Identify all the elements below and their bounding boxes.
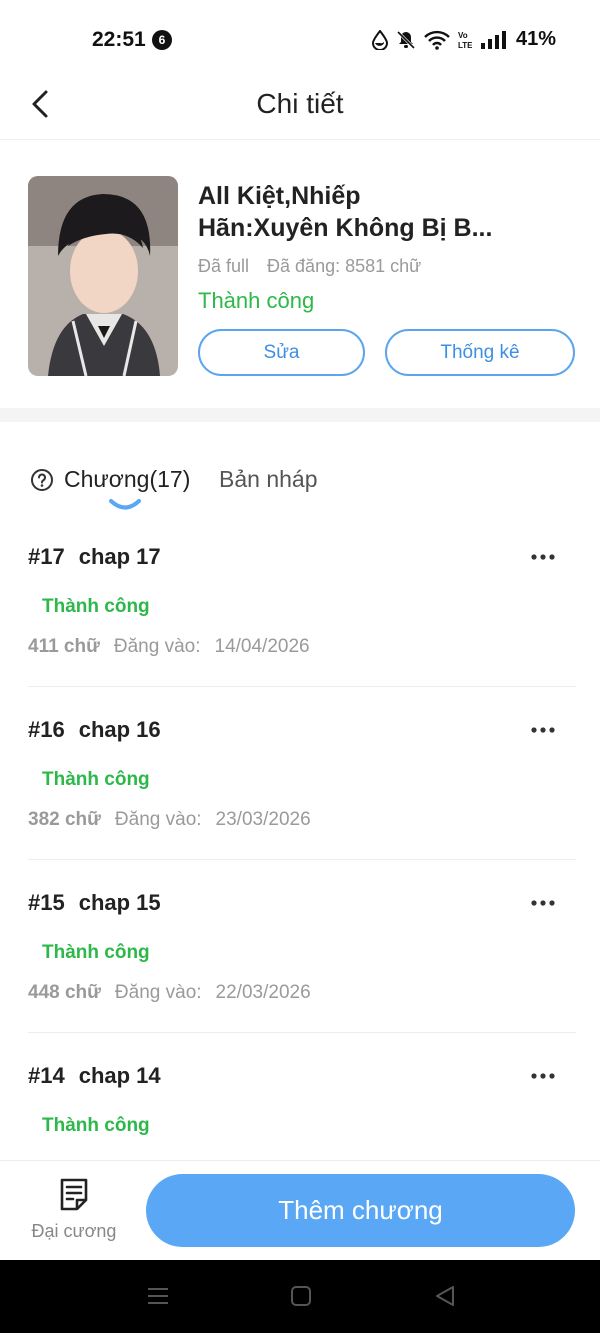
bottom-action-bar: Đại cương Thêm chương — [0, 1160, 600, 1260]
word-count: Đã đăng: 8581 chữ — [267, 256, 422, 276]
system-nav-bar — [0, 1260, 600, 1333]
more-options-button[interactable] — [528, 1063, 558, 1089]
book-summary: All Kiệt,Nhiếp Hãn:Xuyên Không Bị B... Đ… — [28, 176, 576, 376]
svg-text:LTE: LTE — [458, 41, 472, 50]
more-dots-icon — [531, 727, 555, 733]
chapter-word-count: 382 chữ — [28, 809, 101, 830]
completion-status: Đã full — [198, 256, 250, 276]
more-options-button[interactable] — [528, 544, 558, 570]
chapter-number: #15 — [28, 890, 65, 915]
page-title: Chi tiết — [256, 88, 344, 119]
more-options-button[interactable] — [528, 890, 558, 916]
review-status: Thành công — [198, 288, 315, 313]
chapter-meta: 382 chữ Đăng vào: 23/03/2026 — [28, 809, 311, 831]
chapter-tabs: Chương(17) Bản nháp — [30, 462, 570, 518]
chapter-meta: 411 chữ Đăng vào: 14/04/2026 — [28, 636, 310, 658]
chapter-number: #14 — [28, 1063, 65, 1088]
chapter-status: Thành công — [42, 596, 150, 617]
more-options-button[interactable] — [528, 717, 558, 743]
posted-date: 23/03/2026 — [215, 809, 311, 830]
book-meta: Đã full Đã đăng: 8581 chữ — [198, 256, 421, 277]
more-dots-icon — [531, 554, 555, 560]
chapter-status: Thành công — [42, 1115, 150, 1136]
posted-label: Đăng vào: — [113, 636, 201, 657]
wifi-icon — [424, 30, 450, 50]
home-icon[interactable] — [289, 1284, 313, 1313]
chapter-word-count: 411 chữ — [28, 636, 100, 657]
outline-label: Đại cương — [31, 1221, 117, 1241]
chapter-word-count: 448 chữ — [28, 982, 101, 1003]
more-dots-icon — [531, 1073, 555, 1079]
tab-chapters[interactable]: Chương(17) — [64, 466, 190, 493]
chapter-status: Thành công — [42, 942, 150, 963]
signal-icon — [480, 30, 506, 50]
book-cover[interactable] — [28, 176, 178, 376]
document-icon — [28, 1177, 120, 1211]
chapter-title: #15 chap 15 — [28, 890, 161, 916]
chapter-name: chap 16 — [78, 717, 161, 742]
status-time: 22:51 — [92, 28, 146, 51]
chapter-name: chap 17 — [78, 544, 161, 569]
edit-button[interactable]: Sửa — [198, 329, 365, 376]
chapter-row[interactable]: #17 chap 17 Thành công 411 chữ Đăng vào: 14… — [28, 514, 576, 687]
svg-text:Vo: Vo — [458, 31, 468, 40]
mute-bell-icon — [396, 30, 416, 50]
status-icons: Vo LTE 41% — [371, 28, 556, 51]
book-title: All Kiệt,Nhiếp Hãn:Xuyên Không Bị B... — [198, 182, 493, 242]
add-chapter-button[interactable]: Thêm chương — [146, 1174, 575, 1247]
chapter-row[interactable]: #16 chap 16 Thành công 382 chữ Đăng vào: 23… — [28, 687, 576, 860]
tab-drafts[interactable]: Bản nháp — [219, 466, 317, 493]
chapter-name: chap 14 — [78, 1063, 161, 1088]
chapter-row[interactable]: #14 chap 14 Thành công — [28, 1033, 576, 1160]
outline-button[interactable]: Đại cương — [28, 1177, 120, 1242]
menu-icon[interactable] — [146, 1284, 170, 1313]
chapter-title: #17 chap 17 — [28, 544, 161, 570]
app-header: Chi tiết — [0, 70, 600, 140]
tab-active-indicator — [109, 499, 141, 510]
chapter-meta: 448 chữ Đăng vào: 22/03/2026 — [28, 982, 311, 1004]
posted-label: Đăng vào: — [114, 809, 202, 830]
stats-button[interactable]: Thống kê — [385, 329, 575, 376]
battery-level: 41% — [515, 28, 556, 50]
posted-date: 22/03/2026 — [215, 982, 311, 1003]
chapter-number: #16 — [28, 717, 65, 742]
chapter-row[interactable]: #15 chap 15 Thành công 448 chữ Đăng vào: 22… — [28, 860, 576, 1033]
section-divider — [0, 408, 600, 422]
chapter-number: #17 — [28, 544, 65, 569]
drop-icon — [371, 29, 388, 50]
notification-badge: 6 — [152, 30, 172, 50]
chapter-title: #16 chap 16 — [28, 717, 161, 743]
back-triangle-icon[interactable] — [433, 1284, 457, 1313]
posted-date: 14/04/2026 — [214, 636, 310, 657]
chapter-title: #14 chap 14 — [28, 1063, 161, 1089]
status-bar: 22:51 6 Vo LTE 41% — [0, 0, 600, 80]
chapter-name: chap 15 — [78, 890, 161, 915]
volte-icon: Vo LTE — [458, 30, 472, 50]
question-circle-icon[interactable] — [30, 468, 54, 497]
posted-label: Đăng vào: — [114, 982, 202, 1003]
chapter-list: #17 chap 17 Thành công 411 chữ Đăng vào: 14… — [28, 514, 576, 1160]
chapter-status: Thành công — [42, 769, 150, 790]
more-dots-icon — [531, 900, 555, 906]
